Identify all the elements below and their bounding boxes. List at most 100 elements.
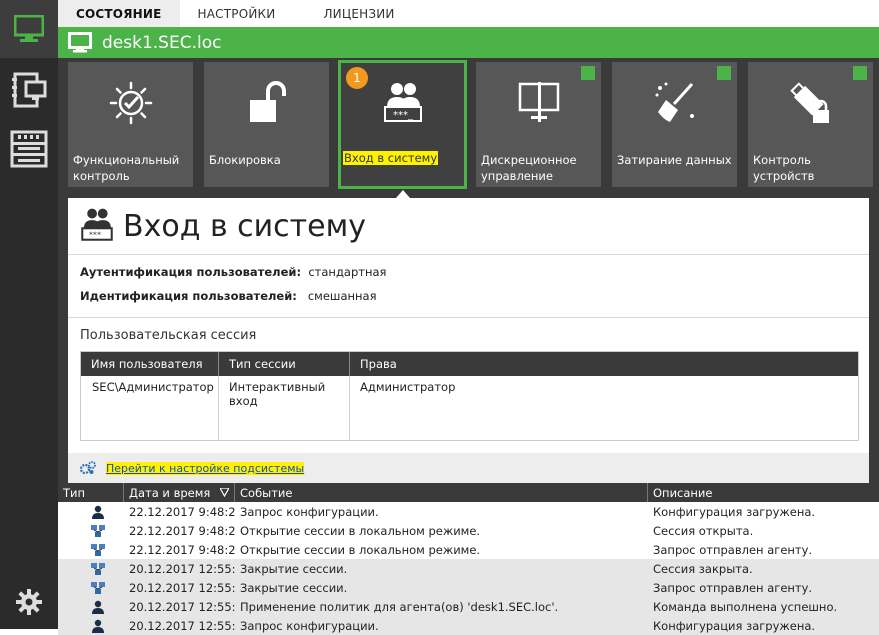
panel-title: Вход в систему [123,209,366,244]
table-row[interactable]: 20.12.2017 12:55:28 Применение политик дл… [58,597,879,616]
row-description: Конфигурация загружена. [653,618,816,633]
auth-value: стандартная [308,265,387,279]
ident-value: смешанная [307,289,377,303]
row-datetime: 20.12.2017 12:55:32 [129,580,235,595]
table-row[interactable]: 22.12.2017 9:48:27 Открытие сессии в лока… [58,540,879,559]
ident-label: Идентификация пользователей: [80,289,297,303]
session-type: Интерактивный вход [219,376,350,440]
network-icon [90,581,105,594]
gear-check-icon [109,81,152,125]
monitor-icon [14,15,44,42]
devices-book-icon [12,72,47,108]
padlock-open-icon [249,81,286,122]
gear-icon [16,589,42,615]
user-icon [91,600,104,614]
row-event: Запрос конфигурации. [240,618,379,633]
tile-label: Функциональный контроль [73,153,180,183]
computers-list-button[interactable] [0,68,58,112]
tile-label: Затирание данных [617,153,732,167]
col-description[interactable]: Описание [648,483,879,502]
broom-icon [655,82,694,122]
server-rack-icon [10,130,48,168]
session-table-header: Имя пользователя Тип сессии Права [81,352,858,376]
panel-footer: Перейти к настройке подсистемы [68,453,869,483]
user-icon [91,619,104,633]
row-description: Сессия закрыта. [653,561,753,576]
row-event: Закрытие сессии. [240,561,348,576]
row-event: Открытие сессии в локальном режиме. [240,542,481,557]
row-description: Запрос отправлен агенту. [653,542,813,557]
col-datetime[interactable]: Дата и время [124,483,235,502]
users-password-icon: ***_ [383,83,422,122]
status-ok-indicator [717,66,731,80]
tab-licenses[interactable]: ЛИЦЕНЗИИ [299,0,418,27]
computer-nav-button[interactable] [0,0,58,58]
status-ok-indicator [581,66,595,80]
event-log: Тип Дата и время Событие Описание 22.12.… [58,483,879,635]
table-row[interactable]: 20.12.2017 12:55:32 Закрытие сессии. Запро… [58,578,879,597]
row-event: Открытие сессии в локальном режиме. [240,523,481,538]
tile-login[interactable]: 1 ***_ Вход в систему [338,60,467,189]
users-password-icon: ***_ [81,208,113,241]
row-type [58,505,124,519]
tile-label: Дискреционное управление [481,153,577,183]
event-log-rows: 22.12.2017 9:48:27 Запрос конфигурации. Ко… [58,502,879,635]
tab-state[interactable]: СОСТОЯНИЕ [58,0,180,27]
tile-device-control[interactable]: Контроль устройств [748,62,873,187]
col-session-type[interactable]: Тип сессии [219,352,350,376]
login-detail-panel: ***_ Вход в систему Аутентификация польз… [68,198,869,483]
col-event[interactable]: Событие [235,483,648,502]
table-row[interactable]: 22.12.2017 9:48:27 Открытие сессии в лока… [58,521,879,540]
network-icon [90,543,105,556]
divider [68,317,869,318]
tile-discretionary[interactable]: Дискреционное управление [476,62,601,187]
col-datetime-label: Дата и время [129,485,211,500]
col-rights[interactable]: Права [350,352,858,376]
row-type [58,619,124,633]
tile-label: Вход в систему [343,151,439,165]
row-description: Сессия открыта. [653,523,754,538]
tab-settings[interactable]: НАСТРОЙКИ [180,0,300,27]
monitor-split-icon [518,82,559,122]
table-row[interactable]: 22.12.2017 9:48:27 Запрос конфигурации. Ко… [58,502,879,521]
sidebar [0,0,58,629]
tile-data-wipe[interactable]: Затирание данных [612,62,737,187]
ident-row: Идентификация пользователей: смешанная [80,289,377,303]
top-tabs: СОСТОЯНИЕ НАСТРОЙКИ ЛИЦЕНЗИИ [58,0,879,27]
network-icon [90,524,105,537]
tile-blocking[interactable]: Блокировка [204,62,329,187]
configure-subsystem-link[interactable]: Перейти к настройке подсистемы [106,461,305,475]
table-row[interactable]: 20.12.2017 12:55:33 Закрытие сессии. Сесси… [58,559,879,578]
svg-text:***_: ***_ [393,110,414,121]
status-ok-indicator [853,66,867,80]
servers-button[interactable] [0,128,58,170]
col-username[interactable]: Имя пользователя [81,352,219,376]
host-title: desk1.SEC.loc [102,32,222,53]
row-type [58,600,124,614]
row-datetime: 20.12.2017 12:55:12 [129,618,235,633]
event-log-header: Тип Дата и время Событие Описание [58,483,879,502]
filter-icon[interactable] [220,488,229,497]
session-table: Имя пользователя Тип сессии Права SEC\Ад… [80,351,859,441]
row-event: Запрос конфигурации. [240,504,379,519]
settings-button[interactable] [0,584,58,620]
gears-icon [80,461,96,475]
row-type [58,562,124,576]
row-datetime: 20.12.2017 12:55:33 [129,561,235,576]
row-type [58,543,124,557]
row-type [58,581,124,595]
table-row[interactable]: SEC\Администратор Интерактивный вход Адм… [81,376,858,440]
row-description: Конфигурация загружена. [653,504,816,519]
selection-pointer [396,190,410,198]
row-datetime: 20.12.2017 12:55:28 [129,599,235,614]
row-datetime: 22.12.2017 9:48:27 [129,542,235,557]
network-icon [90,562,105,575]
col-type[interactable]: Тип [58,483,124,502]
table-row[interactable]: 20.12.2017 12:55:12 Запрос конфигурации. К… [58,616,879,635]
user-icon [91,505,104,519]
monitor-icon [68,32,92,53]
row-event: Применение политик для агента(ов) 'desk1… [240,599,559,614]
tile-functional-control[interactable]: Функциональный контроль [68,62,193,187]
row-event: Закрытие сессии. [240,580,348,595]
tile-label: Контроль устройств [753,153,815,183]
